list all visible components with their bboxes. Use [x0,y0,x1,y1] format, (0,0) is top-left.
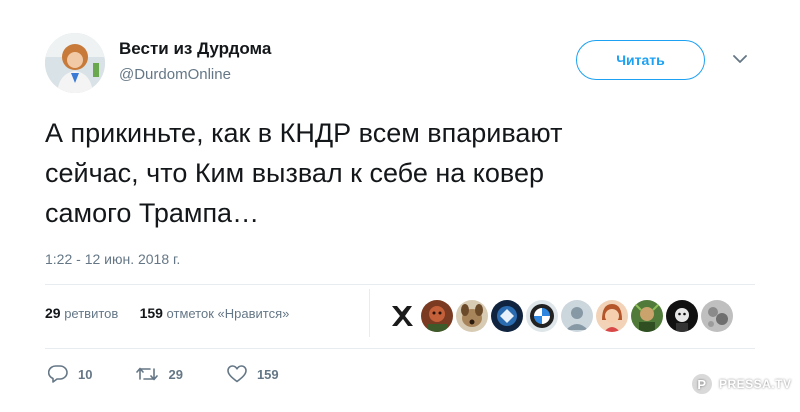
author-avatar[interactable] [45,33,105,93]
blue-logo-avatar[interactable] [491,300,523,332]
divider-top [45,284,755,285]
divider-bottom [45,348,755,349]
bmw-logo-avatar[interactable] [526,300,558,332]
dog-avatar[interactable] [456,300,488,332]
author-block: Вести из Дурдома @DurdomOnline [119,38,271,86]
reply-button[interactable]: 10 [48,365,92,383]
dark-avatar[interactable] [666,300,698,332]
green-avatar[interactable] [631,300,663,332]
reply-count: 10 [78,366,93,382]
retweets-label: ретвитов [64,306,119,321]
retweets-stat[interactable]: 29 ретвитов [45,305,119,321]
stats-separator [369,289,370,337]
retweet-icon [136,367,159,381]
author-handle[interactable]: @DurdomOnline [119,64,271,86]
tweet-stats: 29 ретвитов 159 отметок «Нравится» [45,305,289,321]
likes-stat[interactable]: 159 отметок «Нравится» [139,305,290,321]
tweet-text: А прикиньте, как в КНДР всем впаривают с… [45,118,563,228]
sand-avatar[interactable] [701,300,733,332]
default-avatar[interactable] [561,300,593,332]
like-button[interactable]: 159 [227,365,279,383]
retweet-count: 29 [168,366,183,382]
watermark-text: PRESSA.TV [719,377,792,391]
like-count: 159 [256,366,279,382]
heart-icon [227,365,247,383]
reply-icon [48,365,68,383]
woman-portrait-avatar[interactable] [596,300,628,332]
likes-count: 159 [139,305,163,321]
red-portrait-avatar[interactable] [421,300,453,332]
likes-label: отметок «Нравится» [166,306,290,321]
tweet-timestamp[interactable]: 1:22 - 12 июн. 2018 г. [45,251,180,267]
x-logo-avatar[interactable] [386,300,418,332]
retweet-button[interactable]: 29 [136,366,183,382]
pressa-watermark: P PRESSA.TV [690,372,792,396]
watermark-logo: P [690,372,714,396]
retweets-count: 29 [45,305,61,321]
likers-list [386,300,733,332]
chevron-down-icon[interactable] [733,55,747,64]
author-name[interactable]: Вести из Дурдома [119,38,271,60]
action-bar: 10 29 159 [48,365,323,383]
follow-button[interactable]: Читать [576,40,705,80]
